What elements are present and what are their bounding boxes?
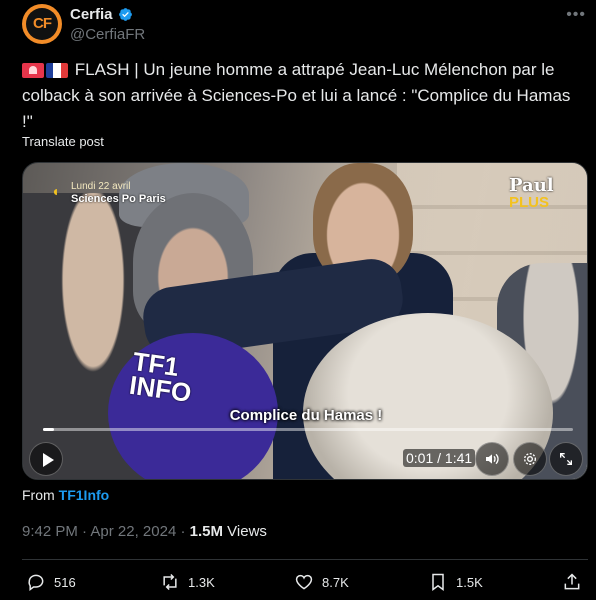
translate-post-link[interactable]: Translate post <box>22 134 104 149</box>
source-link[interactable]: TF1Info <box>59 487 110 503</box>
bookmark-count: 1.5K <box>456 574 483 590</box>
heart-icon <box>295 574 313 590</box>
microphone-logo: TF1 INFO <box>127 345 194 409</box>
volume-icon <box>486 453 499 465</box>
video-progress-bar[interactable] <box>43 428 573 431</box>
reply-count: 516 <box>54 574 76 590</box>
gear-icon <box>524 453 536 465</box>
post-date[interactable]: Apr 22, 2024 <box>90 523 176 540</box>
share-button[interactable] <box>562 570 590 594</box>
channel-watermark: Paul PLUS <box>509 175 554 211</box>
overlay-date: Lundi 22 avril <box>71 181 131 192</box>
avatar-monogram: CF <box>33 15 52 32</box>
france-flag-emoji <box>46 63 68 78</box>
fullscreen-button[interactable] <box>549 442 583 476</box>
more-options-icon[interactable]: ••• <box>566 6 586 24</box>
repost-button[interactable]: 1.3K <box>160 570 215 594</box>
overlay-place: Sciences Po Paris <box>71 193 166 205</box>
divider <box>22 559 588 560</box>
author-name[interactable]: Cerfia <box>70 6 113 23</box>
settings-button[interactable] <box>513 442 547 476</box>
video-source: From TF1Info <box>22 487 110 503</box>
verified-badge-icon <box>119 8 132 21</box>
bookmark-icon <box>432 573 444 591</box>
location-pin-icon: ◖ <box>51 183 60 199</box>
views-count: 1.5M <box>189 523 223 540</box>
fullscreen-icon <box>560 453 572 465</box>
repost-count: 1.3K <box>188 574 215 590</box>
avatar[interactable]: CF <box>22 4 62 44</box>
action-bar: 516 1.3K 8.7K 1.5K <box>22 570 588 594</box>
share-icon <box>564 573 580 590</box>
post-time[interactable]: 9:42 PM <box>22 523 78 540</box>
play-button[interactable] <box>29 442 63 476</box>
bookmark-button[interactable]: 1.5K <box>428 570 483 594</box>
tweet-meta: 9:42 PM · Apr 22, 2024 · 1.5M Views <box>22 523 267 540</box>
author-handle[interactable]: @CerfiaFR <box>70 26 145 43</box>
repost-icon <box>163 573 177 591</box>
views-label: Views <box>227 523 267 540</box>
video-time: 0:01 / 1:41 <box>403 449 476 467</box>
video-player[interactable]: TF1 INFO ◖ Lundi 22 avril Sciences Po Pa… <box>22 162 588 480</box>
video-progress-fill <box>43 428 54 431</box>
tweet-text: FLASH | Un jeune homme a attrapé Jean-Lu… <box>22 57 582 135</box>
reply-icon <box>28 574 44 591</box>
tweet-header: CF Cerfia @CerfiaFR ••• <box>22 4 592 48</box>
tweet-body: FLASH | Un jeune homme a attrapé Jean-Lu… <box>22 60 571 131</box>
reply-button[interactable]: 516 <box>26 570 76 594</box>
video-subtitle: Complice du Hamas ! <box>229 407 383 424</box>
like-count: 8.7K <box>322 574 349 590</box>
rotating-light-emoji <box>22 63 44 78</box>
like-button[interactable]: 8.7K <box>294 570 349 594</box>
volume-button[interactable] <box>475 442 509 476</box>
